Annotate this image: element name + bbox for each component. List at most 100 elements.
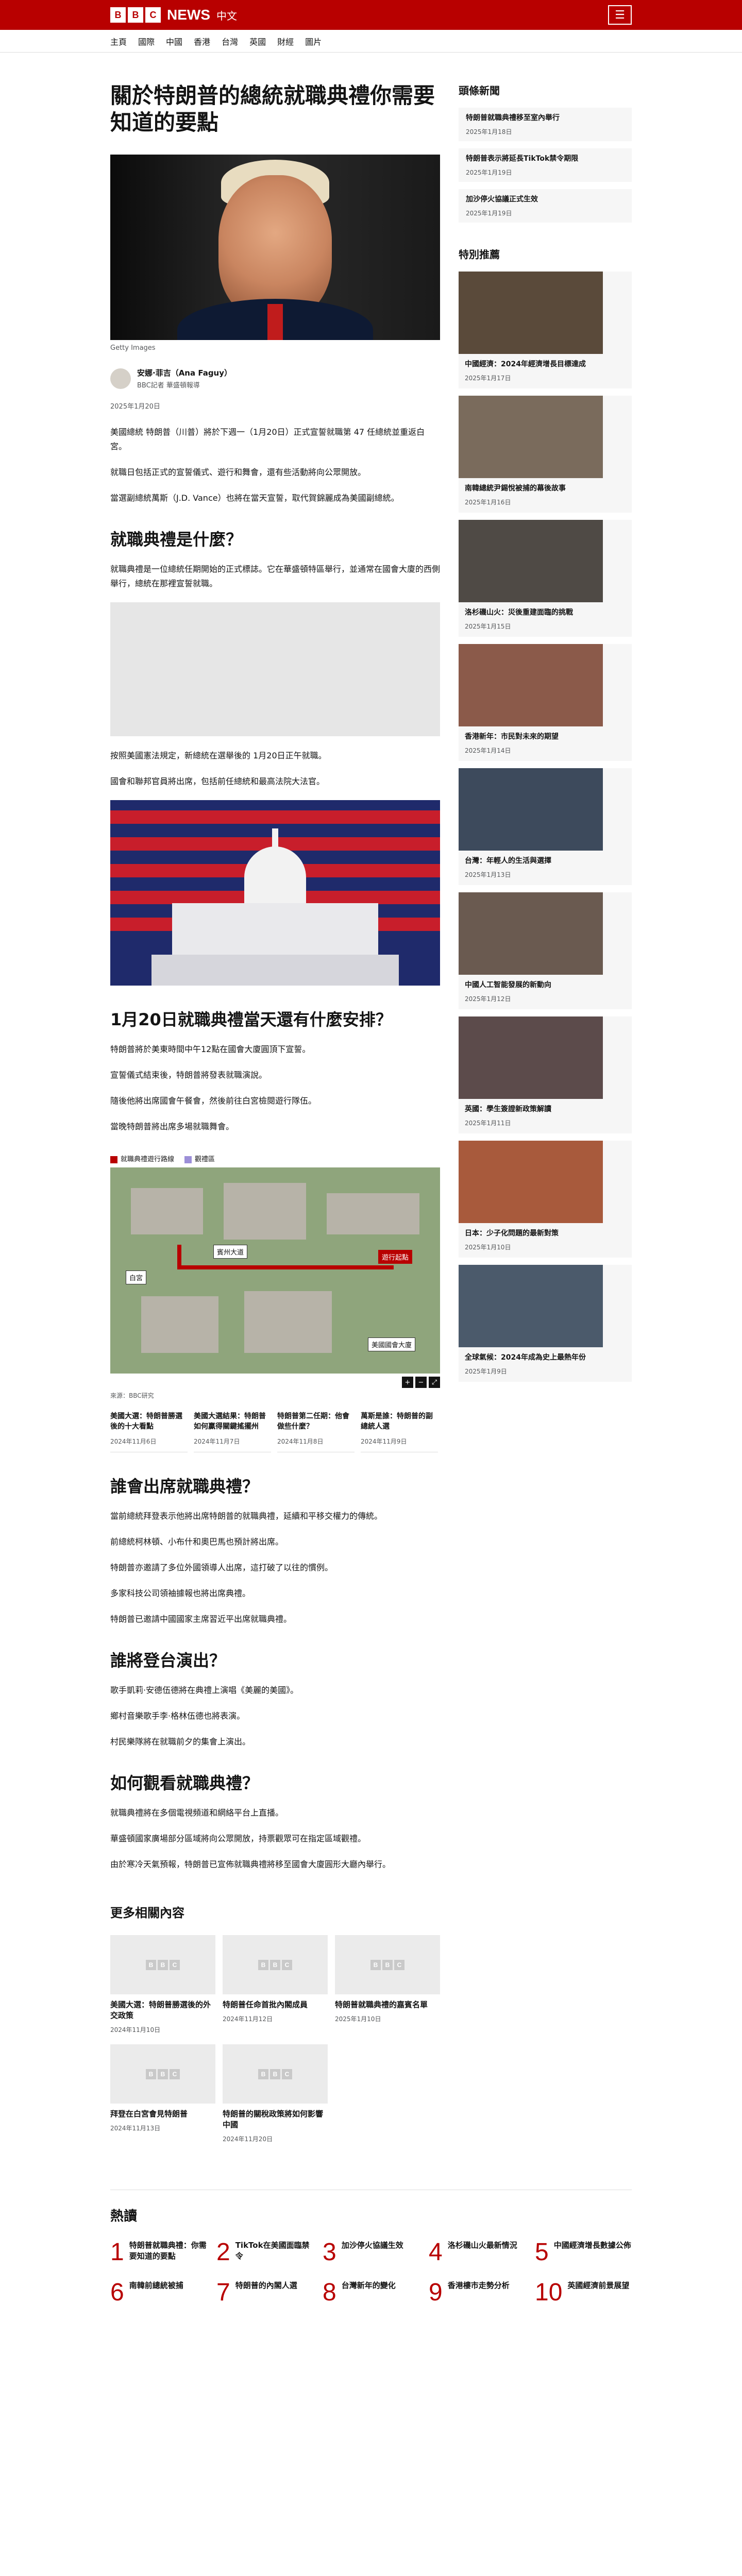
nav-item-home[interactable]: 主頁	[110, 35, 127, 47]
feature-date: 2025年1月12日	[465, 995, 511, 1003]
most-read-rank: 5	[535, 2239, 549, 2266]
top-story-title: 加沙停火協議正式生效	[466, 195, 538, 204]
watch-paragraph-2: 華盛頓國家廣場部分區域將向公眾開放，持票觀眾可在指定區域觀禮。	[110, 1834, 366, 1843]
more-card[interactable]: BBC 特朗普就職典禮的嘉賓名單 2025年1月10日	[335, 1935, 440, 2034]
more-card[interactable]: BBC 美國大選：特朗普勝選後的外交政策 2024年11月10日	[110, 1935, 215, 2034]
most-read-title: 特朗普就職典禮：你需要知道的要點	[129, 2241, 207, 2261]
feature-card[interactable]: 洛杉磯山火：災後重建面臨的挑戰 2025年1月15日	[459, 520, 632, 637]
feature-card[interactable]: 全球氣候：2024年成為史上最熱年份 2025年1月9日	[459, 1265, 632, 1382]
zoom-in-icon[interactable]: +	[402, 1377, 413, 1388]
nav-item-uk[interactable]: 英國	[249, 35, 266, 47]
fullscreen-icon[interactable]: ⤢	[429, 1377, 440, 1388]
bbc-placeholder-logo: BBC	[146, 2069, 180, 2079]
section-heading-perform: 誰將登台演出？	[110, 1651, 226, 1670]
more-title: 特朗普就職典禮的嘉賓名單	[335, 2000, 428, 2009]
feature-body: 南韓總統尹錫悅被捕的幕後故事 2025年1月16日	[459, 478, 603, 513]
feature-title: 南韓總統尹錫悅被捕的幕後故事	[465, 484, 566, 493]
most-read-item[interactable]: 3 加沙停火協議生效	[323, 2240, 420, 2265]
more-thumbnail: BBC	[223, 2044, 328, 2104]
bbc-logo[interactable]: B B C NEWS 中文	[110, 7, 237, 23]
zoom-out-icon[interactable]: −	[415, 1377, 427, 1388]
section-heading-who: 誰會出席就職典禮？	[110, 1477, 259, 1496]
top-story-date: 2025年1月19日	[466, 210, 512, 217]
top-story-date: 2025年1月18日	[466, 128, 512, 135]
map-controls: + − ⤢	[110, 1374, 440, 1391]
related-card[interactable]: 美國大選結果：特朗普如何贏得關鍵搖擺州 2024年11月7日	[194, 1411, 271, 1452]
hero-face-shape	[218, 175, 332, 319]
feature-body: 日本：少子化問題的最新對策 2025年1月10日	[459, 1223, 603, 1258]
related-card[interactable]: 美國大選：特朗普勝選後的十大看點 2024年11月6日	[110, 1411, 188, 1452]
more-card[interactable]: BBC 特朗普任命首批內閣成員 2024年11月12日	[223, 1935, 328, 2034]
related-card[interactable]: 特朗普第二任期：他會做些什麼？ 2024年11月8日	[277, 1411, 355, 1452]
nav-item-hongkong[interactable]: 香港	[194, 35, 210, 47]
more-thumbnail: BBC	[335, 1935, 440, 1994]
most-read-item[interactable]: 4 洛杉磯山火最新情況	[429, 2240, 527, 2265]
more-card[interactable]: BBC 特朗普的關稅政策將如何影響中國 2024年11月20日	[223, 2044, 328, 2143]
related-title: 美國大選結果：特朗普如何贏得關鍵搖擺州	[194, 1412, 266, 1431]
logo-letter-b2: B	[128, 7, 143, 23]
feature-thumbnail	[459, 272, 603, 354]
placeholder-letter: C	[394, 1959, 404, 1970]
map-label-penn: 賓州大道	[213, 1245, 248, 1259]
legend-zone: 觀禮區	[184, 1154, 215, 1163]
logo-language-text: 中文	[216, 9, 237, 22]
most-read-heading: 熱讀	[110, 2209, 138, 2224]
menu-icon: ☰	[615, 8, 625, 22]
most-read-title: 特朗普的內閣人選	[235, 2281, 297, 2290]
feature-card[interactable]: 中國人工智能發展的新動向 2025年1月12日	[459, 892, 632, 1009]
when-paragraph-1: 特朗普將於美東時間中午12點在國會大廈圓頂下宣誓。	[110, 1044, 311, 1054]
most-read-rank: 8	[323, 2279, 336, 2306]
most-read-item[interactable]: 2 TikTok在美國面臨禁令	[216, 2240, 314, 2265]
parade-route-line	[177, 1245, 181, 1269]
logo-news-text: NEWS	[167, 7, 210, 23]
feature-card[interactable]: 英國：學生簽證新政策解讀 2025年1月11日	[459, 1016, 632, 1133]
top-stories-heading: 頭條新聞	[459, 84, 500, 97]
who-paragraph-4: 多家科技公司領袖據報也將出席典禮。	[110, 1588, 251, 1598]
nav-item-international[interactable]: 國際	[138, 35, 155, 47]
related-card[interactable]: 萬斯是誰：特朗普的副總統人選 2024年11月9日	[361, 1411, 438, 1452]
perform-paragraph-2: 鄉村音樂歌手李·格林伍德也將表演。	[110, 1711, 245, 1721]
top-story-card[interactable]: 加沙停火協議正式生效 2025年1月19日	[459, 189, 632, 223]
placeholder-letter: B	[158, 1959, 168, 1970]
most-read-item[interactable]: 6 南韓前總統被捕	[110, 2280, 208, 2305]
nav-item-china[interactable]: 中國	[166, 35, 182, 47]
nav-item-pictures[interactable]: 圖片	[305, 35, 322, 47]
most-read-item[interactable]: 5 中國經濟增長數據公佈	[535, 2240, 633, 2265]
hero-image	[110, 155, 440, 340]
author-role: BBC記者 華盛頓報導	[137, 382, 200, 389]
feature-card[interactable]: 香港新年：市民對未來的期望 2025年1月14日	[459, 644, 632, 761]
most-read-rank: 6	[110, 2279, 124, 2306]
capitol-image	[110, 800, 440, 986]
most-read-title: TikTok在美國面臨禁令	[235, 2241, 310, 2261]
feature-card[interactable]: 台灣：年輕人的生活與選擇 2025年1月13日	[459, 768, 632, 885]
most-read-item[interactable]: 1 特朗普就職典禮：你需要知道的要點	[110, 2240, 208, 2265]
related-date: 2024年11月9日	[361, 1438, 407, 1445]
map-area[interactable]: 白宮 賓州大道 遊行起點 美國國會大廈	[110, 1167, 440, 1374]
nav-item-business[interactable]: 財經	[277, 35, 294, 47]
feature-card[interactable]: 南韓總統尹錫悅被捕的幕後故事 2025年1月16日	[459, 396, 632, 513]
placeholder-letter: B	[270, 2069, 280, 2079]
author-avatar	[110, 368, 131, 389]
who-paragraph-2: 前總統柯林頓、小布什和奧巴馬也預計將出席。	[110, 1537, 284, 1547]
most-read-rank: 10	[535, 2279, 563, 2306]
nav-item-taiwan[interactable]: 台灣	[222, 35, 238, 47]
top-story-card[interactable]: 特朗普表示將延長TikTok禁令期限 2025年1月19日	[459, 148, 632, 182]
more-card[interactable]: BBC 拜登在白宮會見特朗普 2024年11月13日	[110, 2044, 215, 2143]
section-heading-watch: 如何觀看就職典禮？	[110, 1773, 259, 1793]
feature-card[interactable]: 日本：少子化問題的最新對策 2025年1月10日	[459, 1141, 632, 1258]
menu-button[interactable]: ☰	[608, 5, 632, 25]
feature-card[interactable]: 中國經濟：2024年經濟增長目標達成 2025年1月17日	[459, 272, 632, 388]
more-heading: 更多相關內容	[110, 1906, 184, 1920]
feature-thumbnail	[459, 396, 603, 478]
placeholder-letter: B	[146, 1959, 156, 1970]
feature-thumbnail	[459, 768, 603, 851]
most-read-title: 香港樓市走勢分析	[447, 2281, 510, 2290]
top-story-card[interactable]: 特朗普就職典禮移至室內舉行 2025年1月18日	[459, 108, 632, 141]
zone-swatch	[184, 1156, 192, 1163]
page-container: 關於特朗普的總統就職典禮你需要知道的要點 Getty Images 安娜·菲吉（…	[110, 53, 632, 2143]
most-read-item[interactable]: 10 英國經濟前景展望	[535, 2280, 633, 2305]
most-read-item[interactable]: 7 特朗普的內閣人選	[216, 2280, 314, 2305]
most-read-item[interactable]: 8 台灣新年的變化	[323, 2280, 420, 2305]
more-date: 2024年11月10日	[110, 2026, 161, 2033]
most-read-item[interactable]: 9 香港樓市走勢分析	[429, 2280, 527, 2305]
